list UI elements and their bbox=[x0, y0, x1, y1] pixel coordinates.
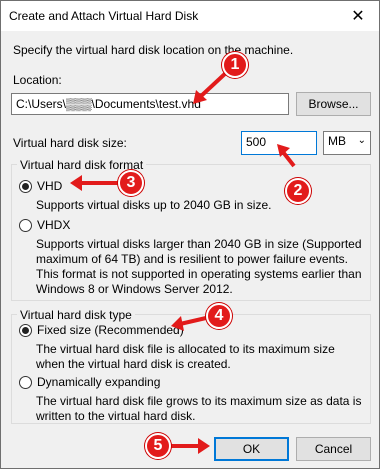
browse-button[interactable]: Browse... bbox=[296, 92, 371, 116]
location-label: Location: bbox=[13, 73, 62, 87]
vhdx-label[interactable]: VHDX bbox=[37, 218, 70, 232]
ok-button[interactable]: OK bbox=[214, 437, 289, 461]
dynamic-label[interactable]: Dynamically expanding bbox=[37, 375, 160, 389]
annotation-badge-1: 1 bbox=[222, 52, 248, 78]
cancel-button[interactable]: Cancel bbox=[296, 437, 371, 461]
vhd-radio[interactable] bbox=[19, 180, 32, 193]
annotation-badge-2: 2 bbox=[285, 178, 311, 204]
close-icon[interactable]: ✕ bbox=[337, 1, 379, 31]
vhdx-description: Supports virtual disks larger than 2040 … bbox=[36, 237, 362, 296]
dynamic-radio[interactable] bbox=[19, 376, 32, 389]
size-label: Virtual hard disk size: bbox=[13, 136, 127, 150]
vhd-label[interactable]: VHD bbox=[37, 179, 62, 193]
unit-select-value: MB bbox=[328, 134, 346, 148]
vhd-description: Supports virtual disks up to 2040 GB in … bbox=[36, 198, 272, 212]
fixed-size-label[interactable]: Fixed size (Recommended) bbox=[37, 323, 184, 337]
dynamic-description: The virtual hard disk file grows to its … bbox=[36, 394, 362, 423]
unit-select[interactable]: MB ⌄ bbox=[323, 131, 371, 155]
vhdx-radio[interactable] bbox=[19, 219, 32, 232]
annotation-badge-4: 4 bbox=[206, 303, 232, 329]
window-title: Create and Attach Virtual Hard Disk bbox=[9, 9, 199, 23]
type-legend: Virtual hard disk type bbox=[17, 308, 135, 322]
annotation-badge-3: 3 bbox=[118, 170, 144, 196]
fixed-size-radio[interactable] bbox=[19, 324, 32, 337]
annotation-badge-5: 5 bbox=[145, 433, 171, 459]
location-input[interactable]: C:\Users\▒▒▒\Documents\test.vhd bbox=[11, 93, 289, 115]
fixed-size-description: The virtual hard disk file is allocated … bbox=[36, 342, 335, 371]
size-input[interactable]: 500 bbox=[241, 131, 317, 155]
title-bar: Create and Attach Virtual Hard Disk ✕ bbox=[1, 1, 379, 31]
intro-text: Specify the virtual hard disk location o… bbox=[13, 43, 294, 57]
chevron-down-icon: ⌄ bbox=[357, 135, 366, 146]
dialog-window: Create and Attach Virtual Hard Disk ✕ Sp… bbox=[0, 0, 380, 469]
